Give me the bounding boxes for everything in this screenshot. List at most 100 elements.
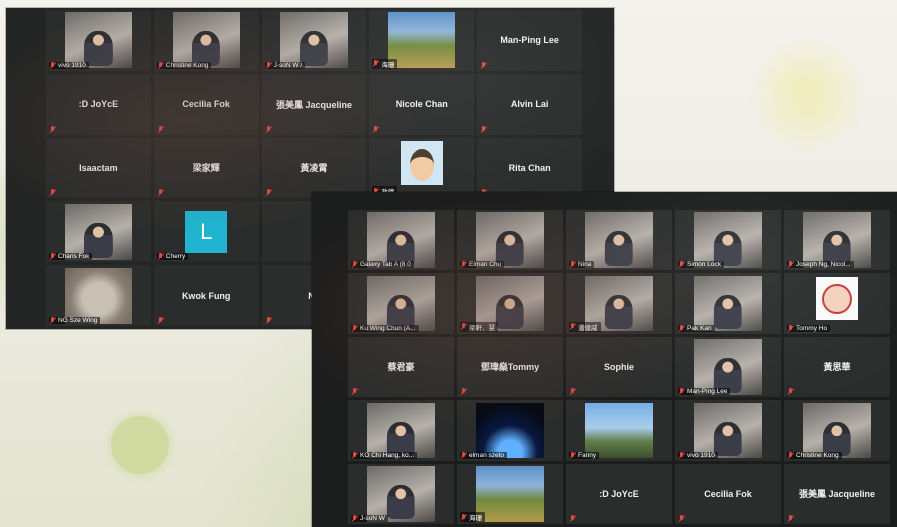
participant-tile[interactable]: Man-Ping Lee <box>477 10 582 71</box>
participant-tile[interactable]: 梁軒．慧 <box>457 273 563 334</box>
participant-tile[interactable]: Sophie <box>566 336 672 398</box>
participant-tile[interactable]: 政德 <box>369 137 475 199</box>
participant-label: Joseph Ng, Nicol... <box>787 261 854 269</box>
participant-tile[interactable]: 海珊 <box>457 463 563 524</box>
participant-name: Alvin Lai <box>510 99 549 110</box>
participant-silhouette <box>84 31 113 67</box>
participant-tile[interactable]: Fanny <box>566 400 672 461</box>
participant-name: Cecilia Fok <box>182 99 230 110</box>
participant-silhouette <box>604 294 634 330</box>
participant-tile[interactable]: Cecilia Fok <box>153 73 259 135</box>
participant-tile[interactable]: 海珊 <box>369 10 475 71</box>
participant-name: Christine Kong <box>796 451 839 459</box>
participant-tile[interactable]: 黃凌霄 <box>261 137 367 199</box>
participant-tile[interactable]: Kwok Fung <box>153 265 259 326</box>
participant-label: Christine Kong <box>787 451 842 459</box>
participant-tile[interactable]: Ku Wing Chun (A... <box>348 273 454 334</box>
participant-name: Nina <box>578 261 592 269</box>
participant-status <box>157 316 167 324</box>
participant-tile[interactable]: Pak Kan <box>675 273 781 334</box>
participant-silhouette <box>299 31 329 67</box>
participant-tile[interactable]: Man-Ping Lee <box>675 336 781 398</box>
participant-label: Nina <box>569 261 595 269</box>
participant-tile[interactable]: Simon Lock <box>675 210 781 271</box>
muted-mic-icon <box>679 515 685 522</box>
participant-tile[interactable]: elman szeto <box>457 400 563 461</box>
profile-picture <box>400 141 443 185</box>
participant-name: Pak Kan <box>687 324 712 332</box>
participant-name: 蔡君豪 <box>387 362 415 373</box>
participant-tile[interactable]: 黃思華 <box>784 336 890 398</box>
muted-mic-icon <box>352 388 358 395</box>
participant-tile[interactable]: Alvin Lai <box>477 73 582 135</box>
participant-name: Cherry <box>165 253 186 261</box>
participant-tile[interactable]: Nina <box>566 210 672 271</box>
muted-mic-icon <box>373 125 379 133</box>
participant-tile[interactable]: vivo 1910 <box>46 10 151 71</box>
participant-tile[interactable]: 潘健威 <box>566 273 672 334</box>
profile-picture <box>815 277 859 321</box>
participant-tile[interactable]: 梁家輝 <box>153 137 259 199</box>
participant-name: 張美鳳 Jacqueline <box>798 489 876 500</box>
participant-tile[interactable]: Rita Chan <box>477 137 582 199</box>
participant-status <box>787 515 797 522</box>
video-feed <box>367 212 435 268</box>
video-feed <box>64 203 132 260</box>
video-feed <box>694 402 762 459</box>
participant-tile[interactable]: Galaxy Tab A (8.0 <box>348 210 454 271</box>
muted-mic-icon <box>352 261 358 268</box>
muted-mic-icon <box>570 515 576 522</box>
participant-tile[interactable]: 蔡君豪 <box>348 336 454 398</box>
participant-silhouette <box>713 294 743 330</box>
participant-name: Rita Chan <box>508 162 551 173</box>
participant-name: vivo 1910 <box>58 61 86 69</box>
participant-tile[interactable]: :D JoYcE <box>46 73 151 135</box>
participant-name: Ku Wing Chun (A... <box>360 324 416 332</box>
participant-name: 黃凌霄 <box>300 163 328 174</box>
participant-tile[interactable]: Nicole Chan <box>369 73 475 135</box>
participant-tile[interactable]: 鄧瑋燊Tommy <box>457 336 563 398</box>
participant-label: Elman Chu <box>460 261 505 269</box>
participant-tile[interactable]: Christine Kong <box>784 400 890 461</box>
participant-name: 梁家輝 <box>192 163 220 174</box>
participant-tile[interactable]: NG Sze Wing <box>46 265 151 326</box>
participant-tile[interactable]: 張美鳳 Jacqueline <box>784 463 890 524</box>
participant-name: :D JoYcE <box>78 99 119 110</box>
participant-name: Man-Ping Lee <box>687 388 728 396</box>
muted-mic-icon <box>570 323 576 330</box>
muted-mic-icon <box>158 316 164 324</box>
muted-mic-icon <box>266 125 272 133</box>
muted-mic-icon <box>50 253 56 260</box>
participant-status <box>157 125 167 133</box>
participant-tile[interactable]: L Cherry <box>153 201 259 263</box>
participant-tile[interactable]: Isaactam <box>46 137 151 199</box>
participant-name: Man-Ping Lee <box>500 35 559 46</box>
participant-name: Elman Chu <box>469 261 502 269</box>
participant-tile[interactable]: KO Chi Hang, ko... <box>348 400 454 461</box>
participant-tile[interactable]: J-soN W <box>348 463 454 524</box>
muted-mic-icon <box>158 61 164 69</box>
participant-label: J-soN W <box>351 515 388 522</box>
muted-mic-icon <box>461 513 467 521</box>
video-feed <box>172 12 240 69</box>
participant-silhouette <box>604 231 634 266</box>
participant-tile[interactable]: :D JoYcE <box>566 463 672 524</box>
participant-tile[interactable]: Cecilia Fok <box>675 463 781 524</box>
participant-name: KO Chi Hang, ko... <box>360 451 415 459</box>
participant-tile[interactable]: 張美鳳 Jacqueline <box>261 73 367 135</box>
participant-tile[interactable]: Tommy Ho <box>784 273 890 334</box>
participant-name: Charis Fok <box>58 253 90 261</box>
participant-name: 鄧瑋燊Tommy <box>480 362 540 373</box>
muted-mic-icon <box>158 253 164 260</box>
participant-tile[interactable]: Charis Fok <box>46 201 151 263</box>
participant-tile[interactable]: Elman Chu <box>457 210 563 271</box>
participant-tile[interactable]: J-soN W / <box>261 10 367 71</box>
letter-avatar: L <box>185 210 228 253</box>
video-feed <box>694 275 762 332</box>
participant-name: Joseph Ng, Nicol... <box>796 261 851 269</box>
participant-tile[interactable]: Christine Kong <box>153 10 259 71</box>
video-feed <box>476 466 544 522</box>
muted-mic-icon <box>266 316 272 324</box>
participant-tile[interactable]: Joseph Ng, Nicol... <box>784 210 890 271</box>
participant-tile[interactable]: vivo 1910 <box>675 400 781 461</box>
